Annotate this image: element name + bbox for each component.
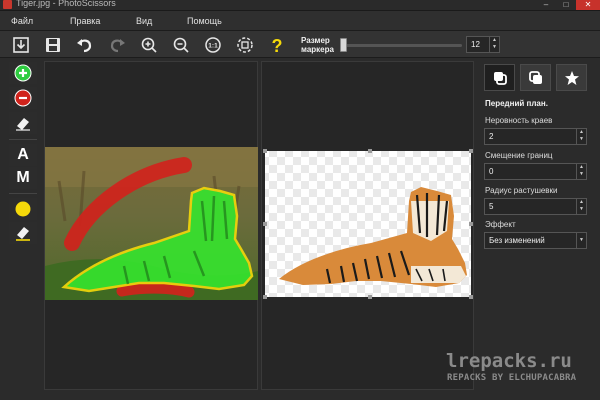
menu-bar: Файл Правка Вид Помощь: [0, 11, 600, 31]
add-marker-icon: [14, 64, 32, 82]
menu-edit[interactable]: Правка: [70, 16, 100, 26]
edge-roughness-label: Неровность краев: [485, 116, 553, 125]
undo-button[interactable]: [74, 34, 96, 55]
redo-icon: [110, 38, 125, 52]
auto-mode-label: A: [17, 146, 29, 163]
menu-view[interactable]: Вид: [136, 16, 152, 26]
save-button[interactable]: [42, 34, 64, 55]
marker-size-label: Размер маркера: [301, 36, 334, 54]
remove-marker-icon: [14, 89, 32, 107]
tool-separator: [9, 139, 37, 140]
edge-eraser-icon: [16, 227, 30, 241]
remove-marker-tool[interactable]: [9, 87, 37, 109]
fit-to-window-button[interactable]: [234, 34, 256, 55]
help-button[interactable]: ?: [266, 34, 288, 55]
chevron-down-icon[interactable]: ▼: [576, 233, 586, 248]
result-image: [263, 149, 473, 299]
foreground-tab[interactable]: [484, 64, 515, 91]
add-marker-tool[interactable]: [9, 62, 37, 84]
background-icon: [528, 70, 542, 84]
feather-radius-label: Радиус растушевки: [485, 186, 558, 195]
border-offset-input[interactable]: 0 ▲ ▼: [484, 163, 587, 180]
source-canvas[interactable]: [44, 61, 258, 390]
feather-radius-spinner[interactable]: ▲ ▼: [576, 199, 586, 214]
zoom-out-icon: [173, 37, 189, 53]
eraser-icon: [16, 118, 30, 131]
marker-size-label-line1: Размер: [301, 36, 330, 45]
tool-palette: A M: [7, 61, 39, 391]
zoom-in-icon: [141, 37, 157, 53]
border-offset-spinner[interactable]: ▲ ▼: [576, 164, 586, 179]
edge-marker-tool[interactable]: [9, 198, 37, 220]
actual-size-button[interactable]: 1:1: [202, 34, 224, 55]
tool-separator: [9, 193, 37, 194]
toolbar: 1:1 ? Размер маркера 12 ▲ ▼: [0, 31, 600, 58]
manual-mode-label: M: [16, 169, 30, 186]
zoom-out-button[interactable]: [170, 34, 192, 55]
zoom-in-button[interactable]: [138, 34, 160, 55]
fit-to-window-icon: [237, 36, 253, 53]
foreground-icon: [493, 71, 507, 85]
maximize-button[interactable]: □: [556, 0, 576, 10]
panel-heading: Передний план.: [485, 99, 548, 108]
marker-size-value: 12: [471, 40, 480, 49]
watermark-subtitle: REPACKS BY ELCHUPACABRA: [447, 373, 577, 383]
undo-icon: [77, 38, 92, 52]
save-icon: [46, 37, 60, 52]
effect-value: Без изменений: [489, 236, 545, 245]
help-icon: ?: [272, 36, 283, 54]
actual-size-icon: 1:1: [205, 36, 221, 53]
marker-size-slider[interactable]: [340, 44, 462, 47]
open-icon: [13, 36, 29, 53]
minimize-button[interactable]: –: [536, 0, 556, 10]
watermark: lrepacks.ru: [446, 350, 572, 372]
close-button[interactable]: ✕: [576, 0, 600, 10]
menu-file[interactable]: Файл: [11, 16, 33, 26]
edge-roughness-input[interactable]: 2 ▲ ▼: [484, 128, 587, 145]
feather-radius-input[interactable]: 5 ▲ ▼: [484, 198, 587, 215]
marker-size-input[interactable]: 12 ▲ ▼: [466, 36, 500, 53]
redo-button[interactable]: [106, 34, 128, 55]
app-icon: [3, 0, 12, 9]
star-icon: [564, 70, 579, 85]
effects-tab[interactable]: [556, 64, 587, 91]
result-canvas[interactable]: [261, 61, 474, 390]
source-image[interactable]: [44, 61, 258, 390]
manual-mode-button[interactable]: M: [9, 167, 37, 189]
menu-help[interactable]: Помощь: [187, 16, 222, 26]
feather-radius-value: 5: [489, 202, 494, 211]
eraser-tool[interactable]: [9, 112, 37, 134]
effect-select[interactable]: Без изменений ▼: [484, 232, 587, 249]
properties-panel: Передний план. Неровность краев 2 ▲ ▼ Сме…: [478, 61, 596, 390]
effect-label: Эффект: [485, 220, 516, 229]
marker-size-spinner[interactable]: ▲ ▼: [489, 37, 499, 52]
edge-roughness-spinner[interactable]: ▲ ▼: [576, 129, 586, 144]
border-offset-label: Смещение границ: [485, 151, 553, 160]
border-offset-value: 0: [489, 167, 494, 176]
open-button[interactable]: [10, 34, 32, 55]
marker-size-label-line2: маркера: [301, 45, 334, 54]
marker-size-slider-thumb[interactable]: [340, 38, 348, 52]
window-title: Tiger.jpg - PhotoScissors: [16, 0, 116, 8]
actual-size-label: 1:1: [208, 42, 218, 49]
background-tab[interactable]: [520, 64, 551, 91]
help-label: ?: [272, 36, 283, 54]
auto-mode-button[interactable]: A: [9, 144, 37, 166]
edge-roughness-value: 2: [489, 132, 494, 141]
title-bar: Tiger.jpg - PhotoScissors – □ ✕: [0, 0, 600, 11]
edge-eraser-tool[interactable]: [9, 222, 37, 244]
edge-marker-icon: [15, 201, 31, 217]
